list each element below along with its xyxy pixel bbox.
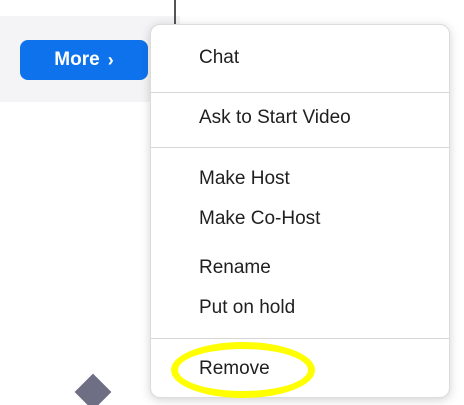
menu-item-remove[interactable]: Remove	[199, 358, 270, 380]
menu-item-make-co-host[interactable]: Make Co-Host	[199, 208, 320, 230]
menu-item-put-on-hold[interactable]: Put on hold	[199, 297, 295, 319]
chevron-right-icon: ›	[107, 50, 114, 70]
menu-item-make-host[interactable]: Make Host	[199, 168, 290, 190]
menu-item-rename[interactable]: Rename	[199, 257, 271, 279]
panel-top-area	[0, 0, 464, 16]
more-button[interactable]: More ›	[20, 40, 148, 80]
menu-item-chat[interactable]: Chat	[199, 47, 239, 69]
diamond-icon	[74, 373, 112, 405]
menu-separator	[151, 338, 449, 339]
menu-separator	[151, 147, 449, 148]
participant-panel: More › Chat Ask to Start Video Make Host…	[0, 0, 464, 405]
more-button-label: More	[54, 49, 100, 70]
menu-item-ask-to-start-video[interactable]: Ask to Start Video	[199, 107, 351, 129]
participant-context-menu: Chat Ask to Start Video Make Host Make C…	[150, 24, 450, 398]
menu-separator	[151, 92, 449, 93]
